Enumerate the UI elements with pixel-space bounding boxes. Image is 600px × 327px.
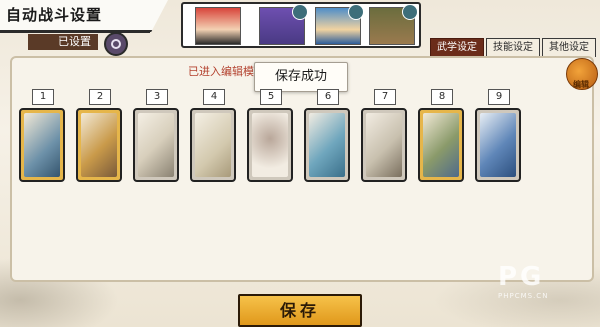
save-button[interactable]: 保存 <box>238 294 362 327</box>
tab-martial-arts[interactable]: 武学设定 <box>430 38 484 57</box>
hero-portrait-4[interactable] <box>369 4 418 45</box>
edit-label: 编辑 <box>573 80 589 89</box>
element-badge-icon <box>292 4 308 20</box>
preset-swirl-icon[interactable] <box>104 32 128 56</box>
slot-number: 7 <box>374 89 396 105</box>
page-title: 自动战斗设置 <box>6 6 103 24</box>
tab-other[interactable]: 其他设定 <box>542 38 596 57</box>
skill-card-4[interactable] <box>190 108 236 182</box>
card-art <box>24 113 60 177</box>
skill-card-2[interactable] <box>76 108 122 182</box>
card-art <box>480 113 516 177</box>
watermark-text: PHPCMS.CN <box>498 292 549 300</box>
card-art <box>252 113 288 177</box>
element-badge-icon <box>348 4 364 20</box>
slot-number: 5 <box>260 89 282 105</box>
slot-number: 3 <box>146 89 168 105</box>
slot-number: 1 <box>32 89 54 105</box>
tab-skills[interactable]: 技能设定 <box>486 38 540 57</box>
watermark-logo: PG <box>498 262 545 292</box>
element-badge-icon <box>402 4 418 20</box>
card-art <box>423 113 459 177</box>
card-art <box>81 113 117 177</box>
slot-number: 9 <box>488 89 510 105</box>
skill-card-1[interactable] <box>19 108 65 182</box>
slot-number: 6 <box>317 89 339 105</box>
skill-card-3[interactable] <box>133 108 179 182</box>
skill-card-5[interactable] <box>247 108 293 182</box>
hero-portrait-1[interactable] <box>195 7 241 45</box>
skill-card-6[interactable] <box>304 108 350 182</box>
slot-number: 4 <box>203 89 225 105</box>
slot-number: 2 <box>89 89 111 105</box>
save-success-toast: 保存成功 <box>254 62 348 92</box>
team-portraits <box>181 2 421 48</box>
skill-card-9[interactable] <box>475 108 521 182</box>
title-underline <box>0 30 150 33</box>
card-art <box>138 113 174 177</box>
card-art <box>195 113 231 177</box>
card-art <box>309 113 345 177</box>
hero-portrait-3[interactable] <box>315 4 364 45</box>
preset-label: 已设置 <box>28 34 98 50</box>
card-art <box>366 113 402 177</box>
slot-number: 8 <box>431 89 453 105</box>
hero-portrait-2[interactable] <box>259 4 308 45</box>
skill-card-7[interactable] <box>361 108 407 182</box>
skill-card-8[interactable] <box>418 108 464 182</box>
watermark: PG PHPCMS.CN <box>498 262 586 310</box>
